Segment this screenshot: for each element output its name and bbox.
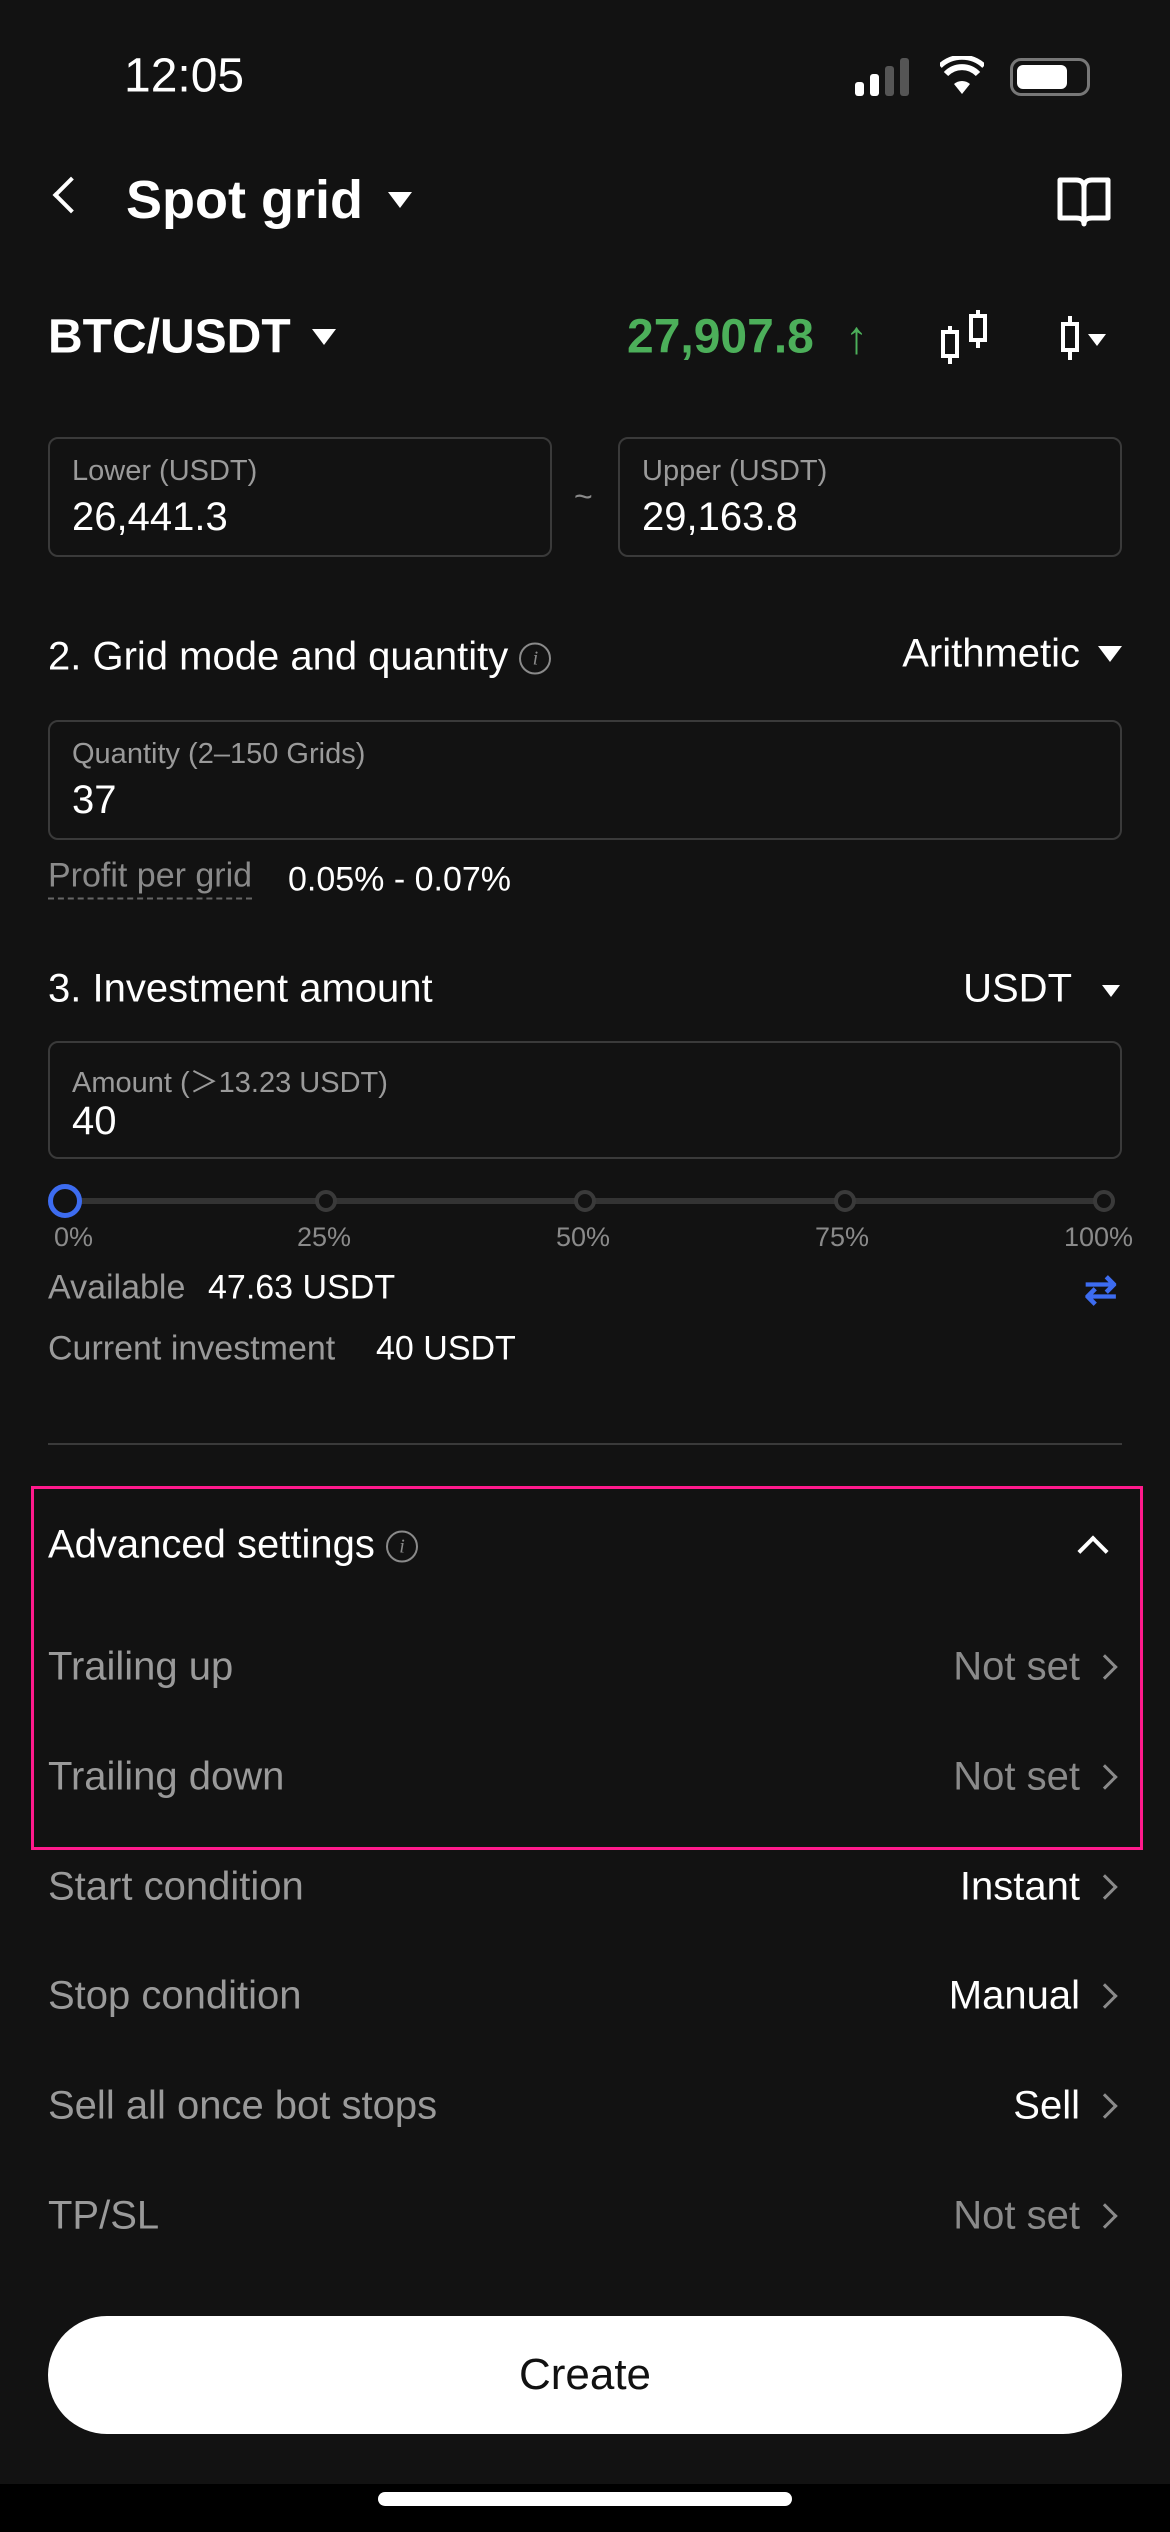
transfer-icon[interactable]: ⇄ xyxy=(1084,1267,1118,1313)
quantity-value: 37 xyxy=(72,778,117,822)
amount-input[interactable]: Amount (＞13.23 USDT) 40 xyxy=(48,1041,1122,1159)
amount-label: Amount (＞13.23 USDT) xyxy=(72,1067,388,1099)
grid-section-title: 2. Grid mode and quantity i xyxy=(48,634,552,680)
profit-per-grid-label[interactable]: Profit per grid xyxy=(48,857,253,900)
range-separator: ~ xyxy=(574,478,593,515)
info-icon[interactable]: i xyxy=(386,1530,418,1563)
grid-mode-selector[interactable]: Arithmetic xyxy=(902,632,1080,677)
lower-price-input[interactable]: Lower (USDT) 26,441.3 xyxy=(48,437,552,557)
grid-mode-dropdown-icon[interactable] xyxy=(1098,646,1122,662)
setting-label: Trailing down xyxy=(48,1754,285,1799)
setting-value: Not set xyxy=(953,2193,1080,2238)
advanced-settings-header[interactable]: Advanced settings i xyxy=(48,1523,418,1568)
title-dropdown-icon[interactable] xyxy=(388,192,412,208)
chevron-right-icon xyxy=(1092,2093,1118,2119)
currency-dropdown-icon[interactable] xyxy=(1102,985,1120,997)
investment-section-title: 3. Investment amount xyxy=(48,966,433,1011)
grid-quantity-input[interactable]: Quantity (2–150 Grids) 37 xyxy=(48,720,1122,840)
upper-price-label: Upper (USDT) xyxy=(642,455,828,487)
slider-label: 0% xyxy=(54,1222,94,1252)
pair-selector[interactable]: BTC/USDT xyxy=(48,310,291,365)
advanced-settings-title: Advanced settings xyxy=(48,1522,375,1567)
current-investment-value: 40 USDT xyxy=(376,1329,516,1368)
slider-mark-50[interactable] xyxy=(574,1190,596,1212)
page-title[interactable]: Spot grid xyxy=(126,169,363,231)
chevron-right-icon xyxy=(1092,1983,1118,2009)
setting-label: Stop condition xyxy=(48,1973,302,2018)
lower-price-value: 26,441.3 xyxy=(72,495,228,539)
status-time: 12:05 xyxy=(124,49,245,103)
slider-label: 50% xyxy=(556,1222,611,1252)
profit-per-grid-value: 0.05% - 0.07% xyxy=(288,860,512,899)
slider-mark-75[interactable] xyxy=(834,1190,856,1212)
setting-label: Start condition xyxy=(48,1864,304,1909)
signal-icon xyxy=(855,58,915,96)
slider-mark-25[interactable] xyxy=(315,1190,337,1212)
slider-label: 75% xyxy=(815,1222,870,1252)
slider-mark-100[interactable] xyxy=(1093,1190,1115,1212)
setting-label: Trailing up xyxy=(48,1644,234,1689)
upper-price-input[interactable]: Upper (USDT) 29,163.8 xyxy=(618,437,1122,557)
amount-value: 40 xyxy=(72,1099,117,1143)
setting-value: Sell xyxy=(1013,2083,1080,2128)
chevron-right-icon xyxy=(1092,2203,1118,2229)
setting-value: Not set xyxy=(953,1644,1080,1689)
candlestick-chart-icon[interactable] xyxy=(938,308,994,368)
info-icon[interactable]: i xyxy=(519,642,552,675)
book-icon[interactable] xyxy=(1056,176,1112,228)
currency-selector[interactable]: USDT xyxy=(963,967,1072,1012)
setting-label: TP/SL xyxy=(48,2193,160,2238)
setting-value: Instant xyxy=(959,1864,1080,1909)
grid-title-text: 2. Grid mode and quantity xyxy=(48,634,509,679)
chart-type-dropdown-icon[interactable] xyxy=(1058,314,1116,362)
pair-dropdown-icon[interactable] xyxy=(312,329,336,345)
arrow-up-icon: ↑ xyxy=(845,311,868,363)
slider-label: 25% xyxy=(297,1222,352,1252)
back-icon[interactable] xyxy=(52,176,90,214)
create-button[interactable]: Create xyxy=(48,2316,1122,2434)
chevron-right-icon xyxy=(1092,1874,1118,1900)
last-price: 27,907.8 xyxy=(627,310,814,364)
setting-value: Manual xyxy=(948,1973,1080,2018)
battery-icon xyxy=(1010,58,1090,96)
setting-label: Sell all once bot stops xyxy=(48,2083,438,2128)
setting-value: Not set xyxy=(953,1754,1080,1799)
home-indicator xyxy=(378,2492,792,2506)
slider-label: 100% xyxy=(1064,1222,1134,1252)
current-investment-label: Current investment xyxy=(48,1329,336,1368)
slider-handle[interactable] xyxy=(48,1184,82,1218)
divider xyxy=(48,1443,1122,1445)
available-label: Available xyxy=(48,1268,186,1307)
quantity-label: Quantity (2–150 Grids) xyxy=(72,738,366,770)
available-value: 47.63 USDT xyxy=(208,1268,396,1307)
wifi-icon xyxy=(940,56,984,94)
lower-price-label: Lower (USDT) xyxy=(72,455,258,487)
upper-price-value: 29,163.8 xyxy=(642,495,798,539)
